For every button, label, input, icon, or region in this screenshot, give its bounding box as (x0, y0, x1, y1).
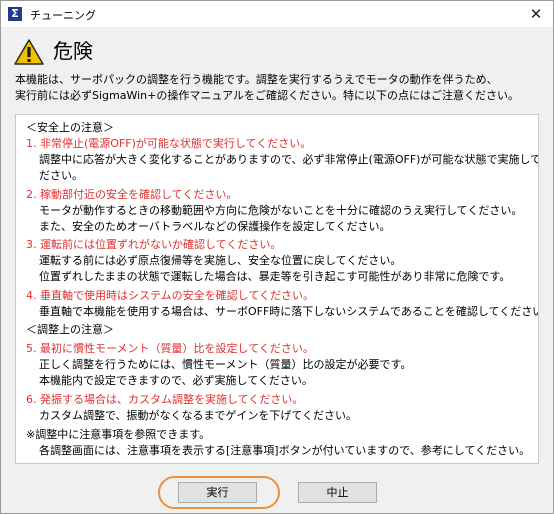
note-5-body: 正しく調整を行うためには、慣性モーメント（質量）比の設定が必要です。 (39, 358, 412, 371)
intro-line-1: 本機能は、サーボパックの調整を行う機能です。調整を実行するうえでモータの動作を伴… (15, 73, 498, 86)
intro-text: 本機能は、サーボパックの調整を行う機能です。調整を実行するうえでモータの動作を伴… (15, 72, 545, 104)
execute-button[interactable]: 実行 (178, 482, 257, 503)
note-4-body: 垂直軸で本機能を使用する場合は、サーボOFF時に落下しないシステムであることを確… (39, 305, 539, 318)
note-tuning-header: ＜調整上の注意＞ (26, 323, 114, 336)
note-2-body: モータが動作するときの移動範囲や方向に危険がないことを十分に確認のうえ実行してく… (39, 204, 523, 217)
danger-heading: 危険 (53, 39, 93, 63)
note-2-body: また、安全のためオーバトラベルなどの保護操作を設定してください。 (39, 220, 391, 233)
intro-line-2: 実行前には必ずSigmaWin+の操作マニュアルをご確認ください。特に以下の点に… (15, 89, 520, 102)
title-bar: Σ チューニング ✕ (1, 1, 553, 27)
tuning-dialog: Σ チューニング ✕ 危険 本機能は、サーボパックの調整を行う機能です。調整を実… (0, 0, 554, 514)
app-icon: Σ (8, 7, 22, 21)
note-3-title: 3. 運転前には位置ずれがないか確認してください。 (26, 238, 282, 251)
note-2-title: 2. 稼動部付近の安全を確認してください。 (26, 188, 238, 201)
precautions-panel: ＜安全上の注意＞ 1. 非常停止(電源OFF)が可能な状態で実行してください。 … (15, 114, 539, 464)
note-3-body: 運転する前には必ず原点復帰等を実施し、安全な位置に戻してください。 (39, 254, 402, 267)
note-1-body: 調整中に応答が大きく変化することがありますので、必ず非常停止(電源OFF)が可能… (39, 153, 539, 166)
note-1-title: 1. 非常停止(電源OFF)が可能な状態で実行してください。 (26, 137, 312, 150)
close-button[interactable]: ✕ (519, 1, 553, 27)
warning-icon (14, 39, 44, 65)
note-5-title: 5. 最初に慣性モーメント（質量）比を設定してください。 (26, 342, 314, 355)
note-reference-body: 各調整画面には、注意事項を表示する[注意事項]ボタンが付いていますので、参考にし… (39, 444, 531, 457)
note-1-body: ださい。 (39, 169, 83, 182)
note-reference: ※調整中に注意事項を参照できます。 (26, 428, 211, 441)
stop-button[interactable]: 中止 (298, 482, 377, 503)
note-6-title: 6. 発振する場合は、カスタム調整を実施してください。 (26, 393, 304, 406)
note-safety-header: ＜安全上の注意＞ (26, 121, 114, 134)
note-5-body: 本機能内で設定できますので、必ず実施してください。 (39, 374, 313, 387)
note-3-body: 位置ずれしたままの状態で運転した場合は、暴走等を引き起こす可能性があり非常に危険… (39, 270, 511, 283)
note-4-title: 4. 垂直軸で使用時はシステムの安全を確認してください。 (26, 289, 314, 302)
window-title: チューニング (30, 9, 96, 22)
note-6-body: カスタム調整で、振動がなくなるまでゲインを下げてください。 (39, 409, 358, 422)
